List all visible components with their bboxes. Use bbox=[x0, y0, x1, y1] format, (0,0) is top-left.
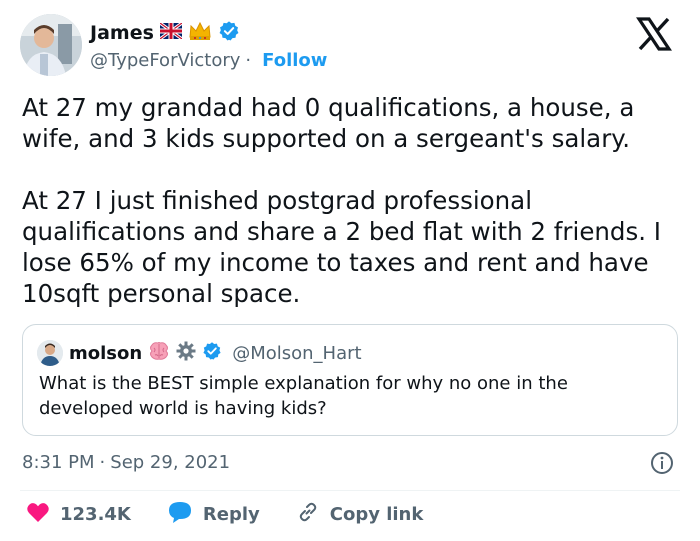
author-handle[interactable]: @TypeForVictory bbox=[90, 50, 240, 71]
tweet-timestamp[interactable]: 8:31 PM · Sep 29, 2021 bbox=[22, 452, 230, 473]
divider bbox=[20, 490, 680, 491]
quoted-author-name[interactable]: molson bbox=[69, 343, 142, 364]
author-name-row: James bbox=[90, 20, 240, 46]
gear-icon bbox=[176, 341, 196, 365]
tweet-time: 8:31 PM bbox=[22, 452, 95, 473]
tweet-text: At 27 my grandad had 0 qualifications, a… bbox=[22, 92, 682, 309]
tweet-paragraph: At 27 I just finished postgrad professio… bbox=[22, 186, 662, 308]
quoted-tweet[interactable]: molson @Molson_Hart What is the BEST sim… bbox=[22, 324, 678, 436]
action-bar: 123.4K Reply Copy link bbox=[26, 500, 459, 528]
quoted-author-avatar[interactable] bbox=[37, 340, 63, 366]
heart-icon bbox=[26, 501, 50, 528]
tweet-date: Sep 29, 2021 bbox=[110, 452, 231, 473]
reply-bubble-icon bbox=[167, 500, 193, 529]
verified-badge-icon bbox=[202, 341, 222, 365]
quoted-author-handle[interactable]: @Molson_Hart bbox=[232, 343, 361, 364]
follow-button[interactable]: Follow bbox=[262, 50, 327, 71]
copy-link-button[interactable]: Copy link bbox=[296, 500, 424, 529]
x-logo-icon[interactable] bbox=[634, 14, 674, 54]
reply-label: Reply bbox=[202, 503, 260, 525]
uk-flag-icon bbox=[158, 21, 183, 43]
info-icon[interactable] bbox=[650, 451, 674, 475]
separator: · bbox=[245, 49, 252, 71]
brain-icon bbox=[148, 341, 170, 365]
reply-button[interactable]: Reply bbox=[167, 500, 260, 529]
author-name[interactable]: James bbox=[90, 22, 154, 44]
separator: · bbox=[99, 452, 106, 473]
copy-link-label: Copy link bbox=[329, 503, 424, 525]
like-count: 123.4K bbox=[60, 503, 131, 525]
crown-icon bbox=[188, 21, 212, 45]
quoted-tweet-header: molson @Molson_Hart bbox=[37, 339, 362, 367]
verified-badge-icon bbox=[218, 20, 240, 46]
like-button[interactable]: 123.4K bbox=[26, 501, 131, 528]
author-handle-row: @TypeForVictory · Follow bbox=[90, 48, 327, 72]
link-icon bbox=[296, 500, 320, 529]
tweet-paragraph: At 27 my grandad had 0 qualifications, a… bbox=[22, 93, 635, 153]
quoted-tweet-text: What is the BEST simple explanation for … bbox=[39, 373, 568, 419]
author-avatar[interactable] bbox=[20, 14, 82, 76]
